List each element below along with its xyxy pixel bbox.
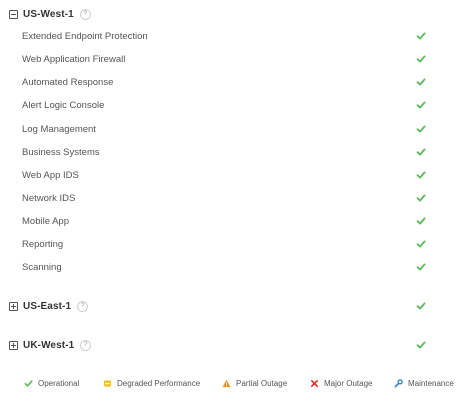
legend-item-major-outage: Major Outage [310,375,372,391]
legend-label: Degraded Performance [117,378,201,388]
service-label: Reporting [22,239,64,250]
legend-item-partial-outage: Partial Outage [222,375,287,391]
expand-icon[interactable] [9,301,18,311]
degraded-icon [103,379,112,387]
region-name: US-East-1 [23,300,72,312]
service-row: Reporting [22,238,432,252]
check-icon [416,148,426,156]
service-label: Business Systems [22,147,100,158]
check-icon [416,125,426,133]
expand-icon[interactable] [9,340,18,350]
legend-label: Partial Outage [236,378,288,388]
region-name: UK-West-1 [23,339,75,351]
region-header-us-east-1[interactable]: US-East-1 ? [9,298,89,314]
service-row: Extended Endpoint Protection [22,30,432,44]
legend-item-degraded-performance: Degraded Performance [103,375,200,391]
service-label: Extended Endpoint Protection [22,31,148,42]
service-row: Web Application Firewall [22,53,432,67]
legend-item-operational: Operational [24,375,79,391]
check-icon [416,32,426,40]
status-legend: Operational Degraded Performance Partial… [0,375,474,391]
service-row: Network IDS [22,192,432,206]
collapse-icon[interactable] [9,9,18,19]
check-icon [416,194,426,202]
service-row: Web App IDS [22,169,432,183]
service-label: Web Application Firewall [22,54,126,65]
warning-icon [222,379,231,387]
legend-label: Major Outage [324,378,373,388]
x-icon [310,379,319,387]
check-icon [416,341,426,349]
check-icon [416,171,426,179]
check-icon [416,217,426,225]
service-row: Log Management [22,123,432,137]
check-icon [416,55,426,63]
service-row: Alert Logic Console [22,99,432,113]
service-label: Web App IDS [22,170,79,181]
region-header-uk-west-1[interactable]: UK-West-1 ? [9,337,92,353]
service-label: Automated Response [22,77,114,88]
check-icon [416,240,426,248]
service-row: Scanning [22,261,432,275]
service-row: Automated Response [22,76,432,90]
service-label: Network IDS [22,193,76,204]
check-icon [416,302,426,310]
check-icon [416,263,426,271]
service-label: Mobile App [22,216,70,227]
help-icon[interactable]: ? [77,300,89,312]
service-label: Scanning [22,262,62,273]
wrench-icon [394,378,403,387]
check-icon [24,379,33,387]
service-row: Mobile App [22,215,432,229]
check-icon [416,78,426,86]
legend-label: Operational [38,378,80,388]
check-icon [416,101,426,109]
region-header-us-west-1[interactable]: US-West-1 ? [9,6,91,22]
service-label: Log Management [22,124,96,135]
help-icon[interactable]: ? [80,339,92,351]
service-row: Business Systems [22,146,432,160]
legend-item-maintenance: Maintenance [394,375,454,391]
legend-label: Maintenance [408,378,454,388]
service-label: Alert Logic Console [22,100,105,111]
region-name: US-West-1 [23,8,74,20]
help-icon[interactable]: ? [79,8,91,20]
